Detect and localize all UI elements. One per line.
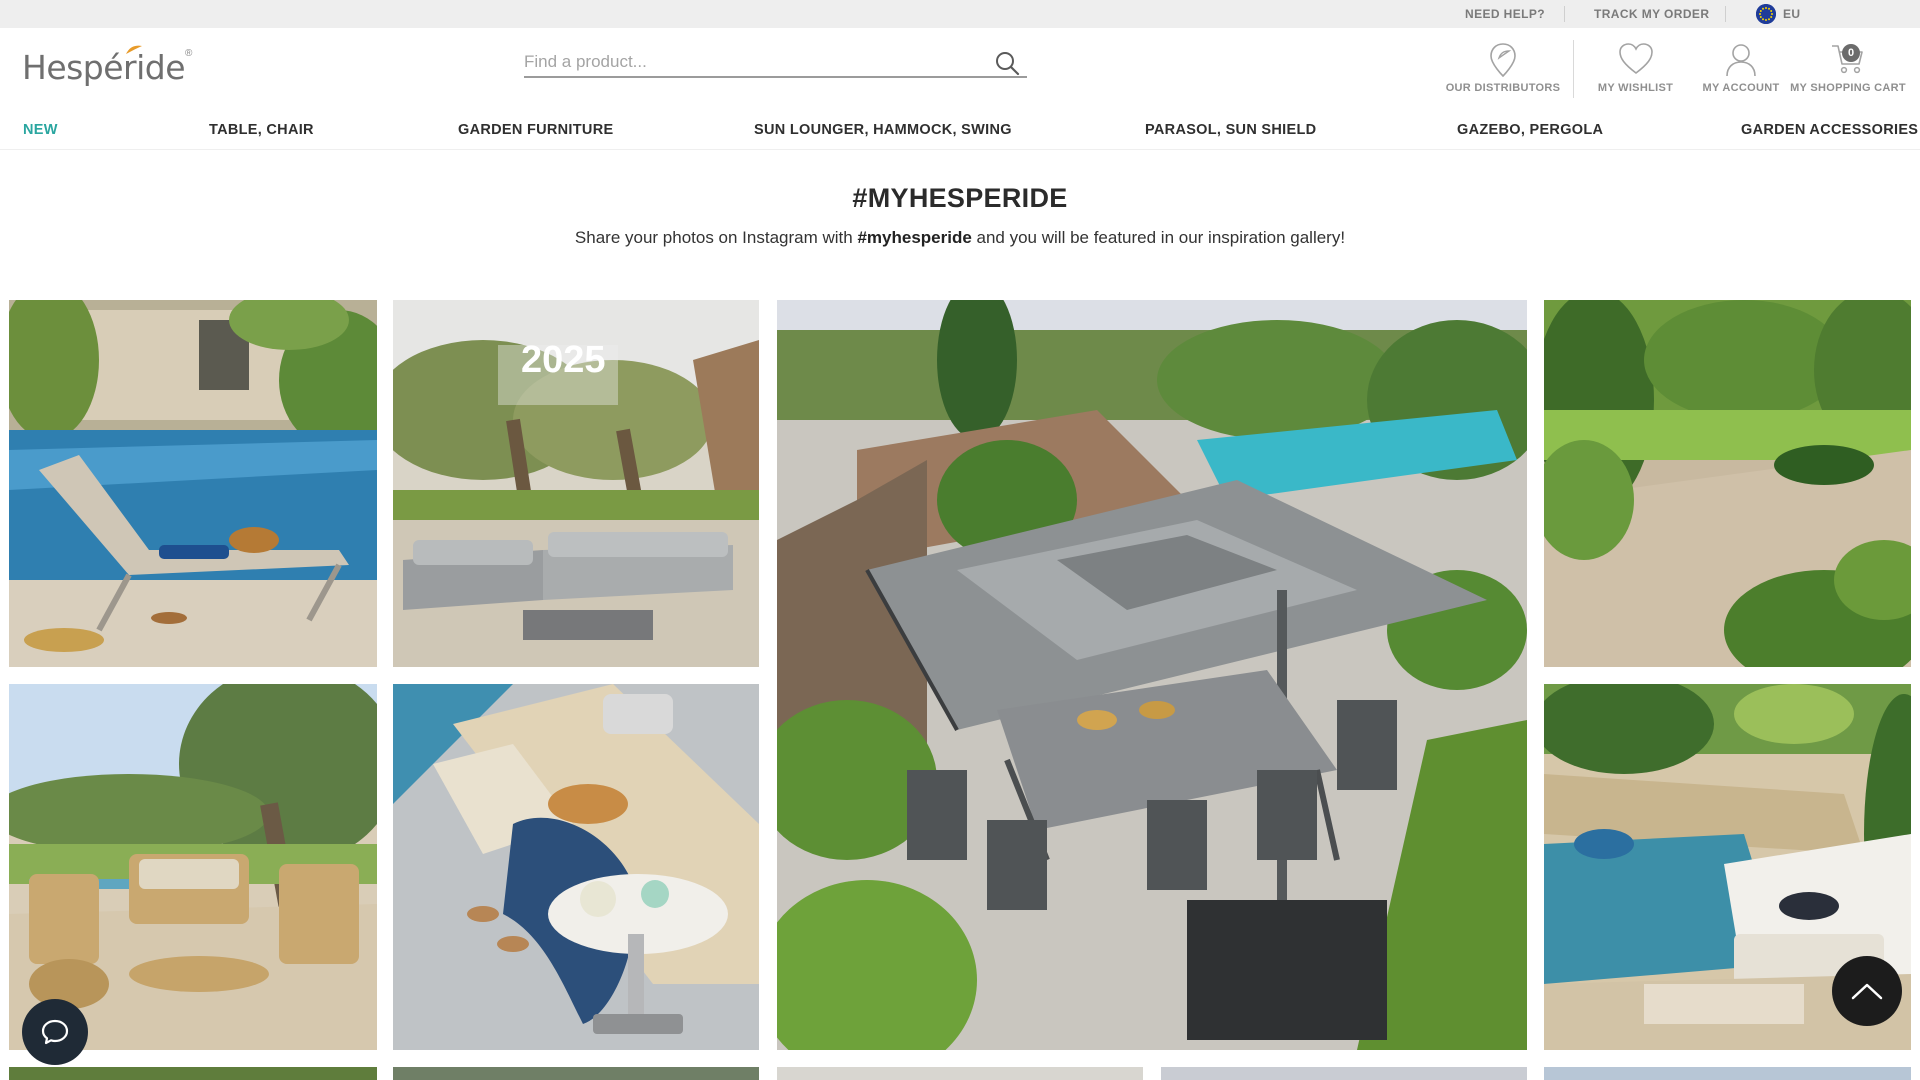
nav-item-sun-lounger[interactable]: SUN LOUNGER, HAMMOCK, SWING [754, 110, 1012, 150]
header-divider [1573, 40, 1574, 98]
subtitle-text-before: Share your photos on Instagram with [574, 228, 858, 247]
distributors-link[interactable]: OUR DISTRIBUTORS [1445, 42, 1561, 94]
region-label: EU [1783, 7, 1801, 21]
year-badge: 2025 [521, 339, 606, 381]
nav-item-gazebo[interactable]: GAZEBO, PERGOLA [1457, 110, 1603, 150]
gallery-photo-lounge-set[interactable]: 2025 [393, 300, 759, 667]
nav-item-parasol[interactable]: PARASOL, SUN SHIELD [1145, 110, 1316, 150]
logo-leaf-icon [126, 45, 142, 54]
gallery-photo-poolside-table[interactable] [393, 684, 759, 1050]
search-bar [524, 48, 1027, 78]
chat-button[interactable] [22, 999, 88, 1065]
nav-item-table-chair[interactable]: TABLE, CHAIR [209, 110, 314, 150]
gallery-photo-pool-lounger[interactable] [9, 300, 377, 667]
chevron-up-icon [1851, 983, 1883, 1000]
account-link[interactable]: MY ACCOUNT [1700, 42, 1782, 94]
search-icon[interactable] [993, 49, 1021, 77]
shopping-cart-link[interactable]: 0 MY SHOPPING CART [1789, 42, 1907, 94]
nav-item-garden-furniture[interactable]: GARDEN FURNITURE [458, 110, 613, 150]
shopping-cart-icon: 0 [1789, 42, 1907, 80]
page-subtitle: Share your photos on Instagram with #myh… [0, 228, 1920, 248]
gallery-photo-wooden-lounge[interactable] [9, 684, 377, 1050]
cart-label: MY SHOPPING CART [1790, 82, 1906, 94]
logo[interactable]: Hespéride® [22, 45, 193, 88]
cart-count-badge: 0 [1842, 44, 1860, 62]
page-title: #MYHESPERIDE [852, 183, 1068, 213]
gallery-photo-partial[interactable] [393, 1067, 759, 1080]
logo-text: Hespéride [22, 48, 186, 87]
gallery-photo-partial[interactable] [777, 1067, 1143, 1080]
gallery-photo-partial[interactable] [9, 1067, 377, 1080]
region-selector[interactable]: EU [1756, 0, 1800, 28]
need-help-link[interactable]: NEED HELP? [1465, 0, 1545, 28]
gallery-photo-parasol-dining[interactable] [777, 300, 1527, 1050]
site-header: Hespéride® OUR DISTRIBUTORS MY WISHLIST [0, 28, 1920, 110]
utility-divider [1564, 6, 1565, 22]
search-input[interactable] [524, 48, 974, 76]
utility-bar: NEED HELP? TRACK MY ORDER EU [0, 0, 1920, 28]
gallery-photo-partial[interactable] [1161, 1067, 1527, 1080]
nav-item-new[interactable]: NEW [23, 110, 58, 150]
account-label: MY ACCOUNT [1702, 82, 1780, 94]
main-navigation: NEW TABLE, CHAIR GARDEN FURNITURE SUN LO… [0, 110, 1920, 150]
subtitle-hashtag[interactable]: #myhesperide [857, 228, 971, 247]
logo-registered-mark: ® [185, 48, 193, 59]
chat-bubble-icon [41, 1019, 69, 1045]
user-icon [1700, 42, 1782, 80]
gallery-photo-garden-path[interactable] [1544, 300, 1911, 667]
distributors-label: OUR DISTRIBUTORS [1445, 82, 1561, 94]
heart-icon [1588, 42, 1683, 80]
wishlist-link[interactable]: MY WISHLIST [1588, 42, 1683, 94]
utility-divider [1725, 6, 1726, 22]
wishlist-label: MY WISHLIST [1597, 82, 1674, 94]
nav-item-garden-accessories[interactable]: GARDEN ACCESSORIES [1741, 110, 1918, 150]
eu-flag-icon [1756, 3, 1776, 24]
scroll-to-top-button[interactable] [1832, 956, 1902, 1026]
subtitle-text-after: and you will be featured in our inspirat… [971, 228, 1346, 247]
gallery-photo-partial[interactable] [1544, 1067, 1911, 1080]
track-order-link[interactable]: TRACK MY ORDER [1594, 0, 1709, 28]
map-pin-icon [1445, 42, 1561, 80]
